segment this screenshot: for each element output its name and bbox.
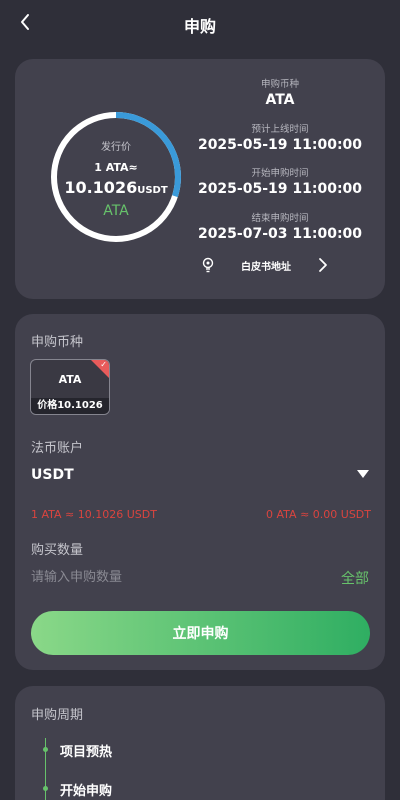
lightbulb-icon bbox=[202, 257, 214, 273]
rate-total: 0 ATA ≈ 0.00 USDT bbox=[266, 508, 371, 521]
info-coin: 申购币种 ATA bbox=[190, 76, 370, 108]
info-start: 开始申购时间 2025-05-19 11:00:00 bbox=[190, 165, 370, 197]
subscribe-now-button[interactable]: 立即申购 bbox=[31, 611, 370, 655]
quantity-input[interactable] bbox=[31, 567, 311, 587]
issue-progress-ring: 发行价 1 ATA≈ 10.1026USDT ATA bbox=[50, 111, 182, 243]
check-icon: ✓ bbox=[100, 360, 107, 369]
info-coin-value: ATA bbox=[265, 92, 295, 108]
whitepaper-link[interactable]: 白皮书地址 bbox=[201, 255, 331, 275]
page-title: 申购 bbox=[183, 17, 216, 36]
rate-conversion: 1 ATA ≈ 10.1026 USDT bbox=[31, 508, 157, 521]
quantity-label: 购买数量 bbox=[31, 543, 84, 558]
info-start-value: 2025-05-19 11:00:00 bbox=[197, 181, 363, 197]
account-label: 法币账户 bbox=[31, 441, 84, 456]
period-title: 申购周期 bbox=[31, 708, 84, 723]
info-coin-label: 申购币种 bbox=[260, 79, 299, 90]
coin-option-price: 价格10.1026 bbox=[31, 398, 109, 414]
coin-option-ata[interactable]: ✓ ATA 价格10.1026 bbox=[30, 359, 110, 415]
info-listing: 预计上线时间 2025-05-19 11:00:00 bbox=[190, 121, 370, 153]
info-end-value: 2025-07-03 11:00:00 bbox=[197, 226, 363, 242]
chevron-right-icon bbox=[319, 258, 327, 272]
issue-coin: ATA bbox=[103, 203, 129, 219]
issue-price-value: 10.1026 bbox=[64, 178, 138, 197]
coin-option-name: ATA bbox=[58, 373, 82, 386]
all-button[interactable]: 全部 bbox=[341, 568, 369, 588]
account-select[interactable]: USDT bbox=[31, 467, 74, 483]
info-listing-value: 2025-05-19 11:00:00 bbox=[197, 137, 363, 153]
info-end: 结束申购时间 2025-07-03 11:00:00 bbox=[190, 210, 370, 242]
issue-price-label: 发行价 bbox=[101, 142, 131, 153]
issue-info-card: 发行价 1 ATA≈ 10.1026USDT ATA 申购币种 ATA 预计上线… bbox=[15, 59, 385, 299]
period-card: 申购周期 项目预热 开始申购 bbox=[15, 686, 385, 800]
caret-down-icon[interactable] bbox=[357, 469, 369, 479]
whitepaper-label: 白皮书地址 bbox=[241, 262, 291, 273]
coin-section-label: 申购币种 bbox=[31, 335, 84, 350]
info-start-label: 开始申购时间 bbox=[251, 168, 309, 179]
timeline-dot bbox=[43, 747, 48, 752]
timeline-dot bbox=[43, 786, 48, 791]
issue-rate: 1 ATA≈ bbox=[94, 161, 138, 174]
issue-price-unit: USDT bbox=[137, 185, 168, 196]
info-end-label: 结束申购时间 bbox=[251, 213, 309, 224]
timeline-step: 开始申购 bbox=[60, 784, 113, 799]
subscribe-form-card: 申购币种 ✓ ATA 价格10.1026 法币账户 USDT 1 ATA ≈ 1… bbox=[15, 314, 385, 670]
issue-price: 10.1026USDT bbox=[50, 178, 182, 197]
header-bar: 申购 bbox=[0, 0, 400, 46]
info-listing-label: 预计上线时间 bbox=[251, 124, 309, 135]
timeline-step: 项目预热 bbox=[60, 745, 113, 760]
